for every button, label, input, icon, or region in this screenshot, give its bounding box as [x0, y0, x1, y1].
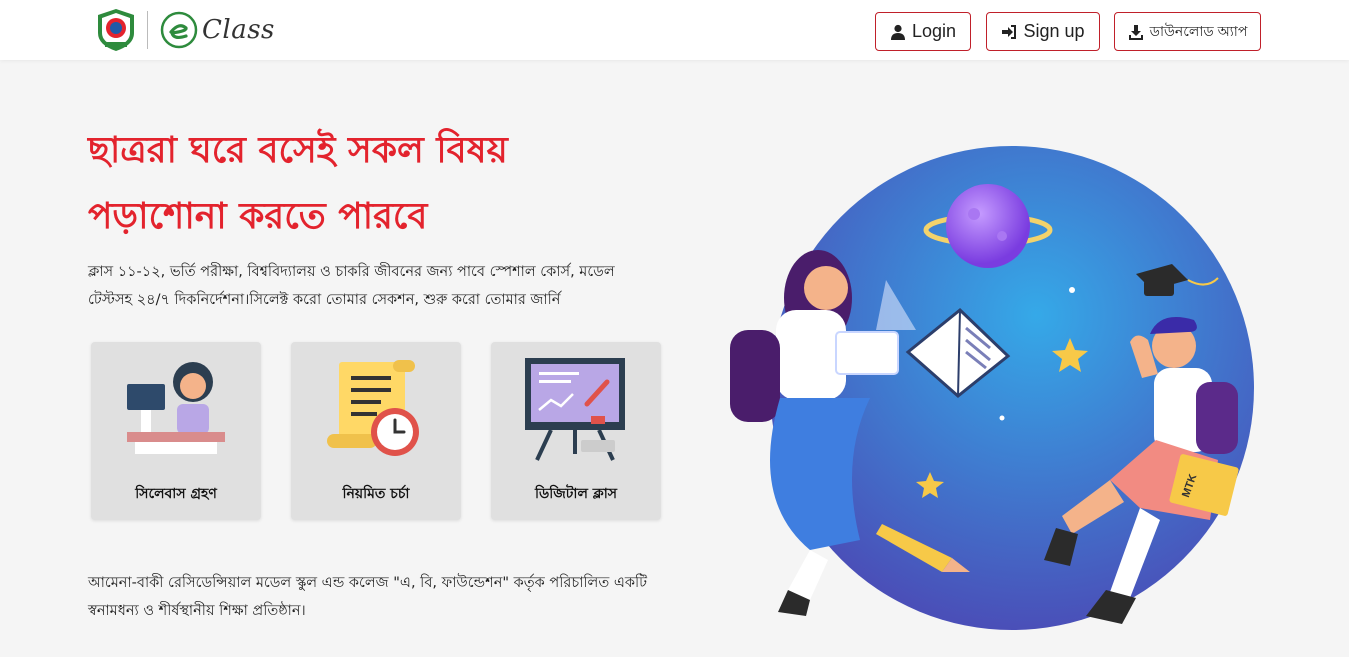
whiteboard-icon — [525, 358, 625, 461]
brand-separator — [147, 11, 148, 49]
user-icon — [890, 24, 905, 40]
signup-button[interactable]: Sign up — [986, 12, 1100, 51]
students-learning-illustration: MTK — [690, 120, 1260, 650]
signup-label: Sign up — [1023, 21, 1085, 41]
hero-title-line-1: ছাত্ররা ঘরে বসেই সকল বিষয় — [88, 130, 508, 171]
feature-card-digital-class[interactable]: ডিজিটাল ক্লাস — [491, 342, 661, 520]
brand-class-text: Class — [202, 15, 275, 45]
feature-label: ডিজিটাল ক্লাস — [534, 486, 618, 502]
hero-title: ছাত্ররা ঘরে বসেই সকল বিষয় পড়াশোনা করতে… — [88, 118, 648, 250]
feature-card-syllabus[interactable]: সিলেবাস গ্রহণ — [91, 342, 261, 520]
institution-description: আমেনা-বাকী রেসিডেন্সিয়াল মডেল স্কুল এন্… — [88, 575, 648, 619]
eclass-e-icon — [160, 11, 198, 49]
teacher-desk-icon — [127, 362, 225, 454]
login-button[interactable]: Login — [875, 12, 971, 51]
feature-card-practice[interactable]: নিয়মিত চর্চা — [291, 342, 461, 520]
navbar: Class Login Sign up ডাউনলোড অ্যাপ — [0, 0, 1349, 60]
download-label: ডাউনলোড অ্যাপ — [1149, 22, 1248, 39]
hero-description: ক্লাস ১১-১২, ভর্তি পরীক্ষা, বিশ্ববিদ্যাল… — [88, 264, 615, 308]
login-label: Login — [911, 21, 957, 41]
sign-in-arrow-icon — [1002, 24, 1017, 39]
school-crest-icon — [98, 9, 134, 51]
brand-logo[interactable]: Class — [95, 6, 275, 54]
feature-label: সিলেবাস গ্রহণ — [135, 486, 217, 502]
download-app-button[interactable]: ডাউনলোড অ্যাপ — [1114, 12, 1261, 51]
download-icon — [1128, 24, 1143, 40]
feature-label: নিয়মিত চর্চা — [342, 486, 410, 502]
hero-title-line-2: পড়াশোনা করতে পারবে — [88, 196, 428, 237]
scroll-clock-icon — [327, 360, 419, 456]
